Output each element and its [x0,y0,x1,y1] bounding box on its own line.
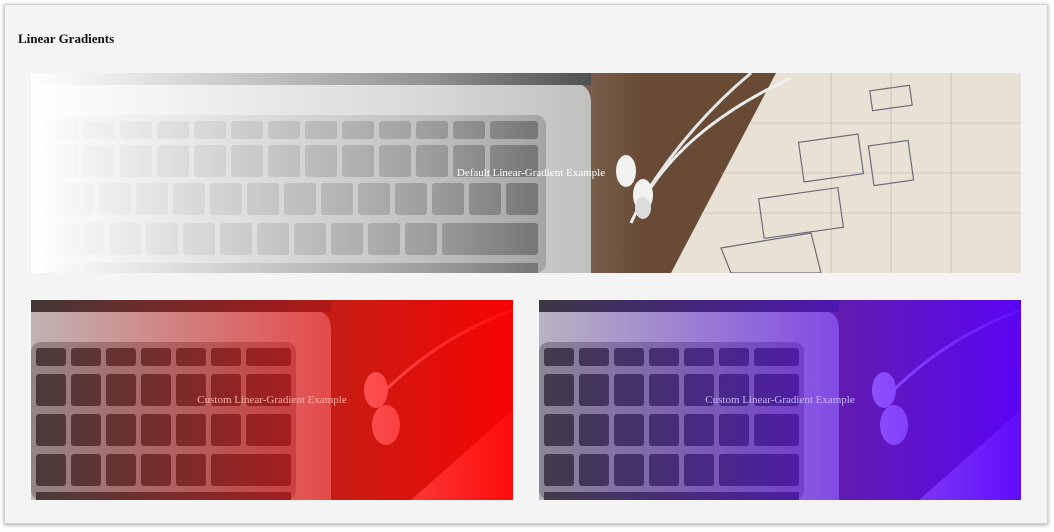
red-gradient-banner: Custom Linear-Gradient Example [31,300,513,500]
default-gradient-banner: Default Linear-Gradient Example [31,73,1021,273]
purple-gradient-banner: Custom Linear-Gradient Example [539,300,1021,500]
purple-banner-caption: Custom Linear-Gradient Example [705,394,855,406]
page-title: Linear Gradients [18,31,115,46]
red-banner-caption: Custom Linear-Gradient Example [197,394,347,406]
page-frame: Linear Gradients Default Linear-Gradient… [4,4,1048,524]
default-banner-caption: Default Linear-Gradient Example [456,167,606,179]
